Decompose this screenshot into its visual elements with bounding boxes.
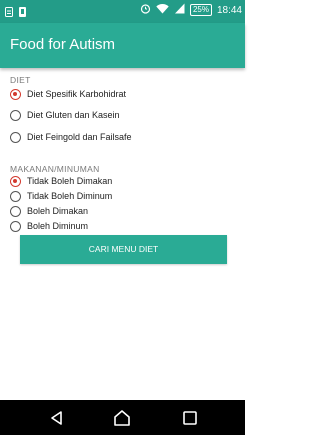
makanan-option-1-label: Tidak Boleh Diminum <box>27 191 113 201</box>
status-bar-right: 25% 18:44 <box>140 3 242 17</box>
radio-button[interactable] <box>10 220 21 232</box>
status-time: 18:44 <box>216 4 242 16</box>
makanan-option-0[interactable]: Tidak Boleh Dimakan <box>10 174 112 188</box>
radio-button[interactable] <box>10 205 21 217</box>
navigation-bar <box>0 400 245 435</box>
radio-button[interactable] <box>10 109 21 121</box>
makanan-option-3[interactable]: Boleh Diminum <box>10 219 88 233</box>
wifi-icon <box>156 3 169 17</box>
diet-section-label: DIET <box>10 75 31 85</box>
status-bar: 25% 18:44 <box>0 0 245 23</box>
radio-button[interactable] <box>10 190 21 202</box>
makanan-option-2-label: Boleh Dimakan <box>27 206 89 216</box>
radio-button[interactable] <box>10 88 21 100</box>
radio-button[interactable] <box>10 175 21 187</box>
makanan-option-3-label: Boleh Diminum <box>27 221 89 231</box>
makanan-option-0-label: Tidak Boleh Dimakan <box>27 176 113 186</box>
makanan-option-1[interactable]: Tidak Boleh Diminum <box>10 189 112 203</box>
diet-option-2-label: Diet Feingold dan Failsafe <box>27 132 132 142</box>
home-icon[interactable] <box>113 409 131 427</box>
radio-button[interactable] <box>10 131 21 143</box>
sim-icon <box>5 4 13 22</box>
alarm-icon <box>140 3 151 17</box>
diet-option-0[interactable]: Diet Spesifik Karbohidrat <box>10 87 126 101</box>
back-icon[interactable] <box>48 409 66 427</box>
diet-option-1-label: Diet Gluten dan Kasein <box>27 110 120 120</box>
diet-option-2[interactable]: Diet Feingold dan Failsafe <box>10 130 132 144</box>
app-title: Food for Autism <box>10 36 116 53</box>
status-bar-left <box>5 4 26 22</box>
cari-menu-diet-button[interactable]: CARI MENU DIET <box>20 235 227 264</box>
signal-icon <box>174 3 185 17</box>
diet-option-1[interactable]: Diet Gluten dan Kasein <box>10 108 120 122</box>
battery-icon: 25% <box>189 4 212 16</box>
makanan-section-label: MAKANAN/MINUMAN <box>10 164 100 174</box>
notification-icon <box>19 4 26 22</box>
battery-percent: 25% <box>192 5 209 14</box>
makanan-option-2[interactable]: Boleh Dimakan <box>10 204 88 218</box>
diet-option-0-label: Diet Spesifik Karbohidrat <box>27 89 127 99</box>
app-bar: Food for Autism <box>0 23 245 68</box>
recents-icon[interactable] <box>181 409 199 427</box>
